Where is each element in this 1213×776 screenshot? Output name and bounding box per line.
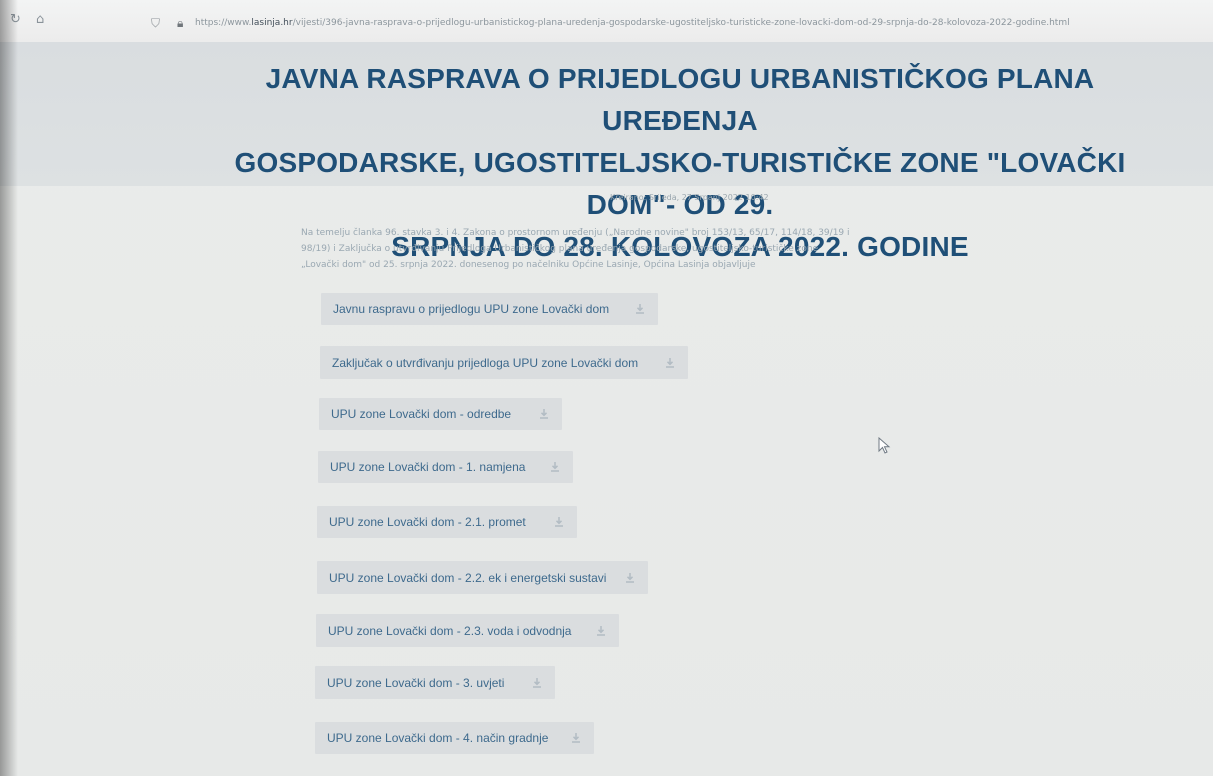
intro-line-1: Na temelju članka 96. stavka 3. i 4. Zak…: [301, 228, 850, 238]
download-icon: [533, 677, 541, 688]
download-button-zakljucak[interactable]: Zaključak o utvrđivanju prijedloga UPU z…: [320, 346, 688, 379]
download-icon: [551, 462, 559, 472]
lock-icon[interactable]: 🔒︎: [177, 17, 187, 29]
download-button-label: Zaključak o utvrđivanju prijedloga UPU z…: [332, 355, 639, 370]
shield-icon[interactable]: ⛉: [151, 17, 161, 29]
download-button-label: UPU zone Lovački dom - 2.3. voda i odvod…: [328, 623, 572, 638]
intro-line-3: „Lovački dom" od 25. srpnja 2022. donese…: [301, 260, 756, 270]
download-button-javna-rasprava[interactable]: Javnu raspravu o prijedlogu UPU zone Lov…: [321, 293, 658, 325]
browser-toolbar: ↻ ⌂ ⛉ 🔒︎ https://www.lasinja.hr/vijesti/…: [0, 0, 1213, 42]
download-button-namjena[interactable]: UPU zone Lovački dom - 1. namjena: [318, 451, 573, 483]
download-icon: [626, 572, 634, 583]
download-button-label: UPU zone Lovački dom - 4. način gradnje: [327, 731, 549, 745]
home-icon[interactable]: ⌂: [36, 13, 50, 27]
url-prefix: https://www.: [195, 18, 252, 28]
article-title-line-1: JAVNA RASPRAVA O PRIJEDLOGU URBANISTIČKO…: [265, 63, 1095, 136]
download-icon: [597, 625, 605, 636]
download-button-uvjeti[interactable]: UPU zone Lovački dom - 3. uvjeti: [315, 666, 555, 699]
article-title-line-2: GOSPODARSKE, UGOSTITELJSKO-TURISTIČKE ZO…: [234, 147, 1126, 220]
article-intro: Na temelju članka 96. stavka 3. i 4. Zak…: [301, 225, 871, 273]
created-date: Kreirano: Srijeda, 27 Srpanj 2022 10:42: [610, 193, 769, 202]
download-button-energetski-sustavi[interactable]: UPU zone Lovački dom - 2.2. ek i energet…: [317, 561, 648, 594]
url-path: /vijesti/396-javna-rasprava-o-prijedlogu…: [292, 18, 1070, 28]
page: ↻ ⌂ ⛉ 🔒︎ https://www.lasinja.hr/vijesti/…: [0, 0, 1213, 776]
download-icon: [540, 409, 548, 419]
reload-icon[interactable]: ↻: [10, 13, 24, 27]
download-button-voda-odvodnja[interactable]: UPU zone Lovački dom - 2.3. voda i odvod…: [316, 614, 619, 647]
download-button-label: UPU zone Lovački dom - 3. uvjeti: [327, 675, 505, 690]
download-button-label: UPU zone Lovački dom - 2.1. promet: [329, 515, 526, 529]
download-icon: [555, 517, 563, 527]
intro-line-2: 98/19) i Zaključka o utvrđivanju Prijedl…: [301, 244, 819, 254]
address-bar[interactable]: https://www.lasinja.hr/vijesti/396-javna…: [195, 18, 1155, 28]
download-icon: [636, 304, 644, 314]
download-button-label: UPU zone Lovački dom - odredbe: [331, 407, 512, 421]
download-button-promet[interactable]: UPU zone Lovački dom - 2.1. promet: [317, 506, 577, 538]
download-icon: [666, 357, 674, 368]
url-domain: lasinja.hr: [251, 18, 293, 28]
download-button-label: UPU zone Lovački dom - 2.2. ek i energet…: [329, 570, 607, 585]
download-button-odredbe[interactable]: UPU zone Lovački dom - odredbe: [319, 398, 562, 430]
download-button-label: UPU zone Lovački dom - 1. namjena: [330, 460, 526, 474]
mouse-cursor-icon: [878, 437, 891, 454]
download-icon: [572, 733, 580, 743]
download-button-nacin-gradnje[interactable]: UPU zone Lovački dom - 4. način gradnje: [315, 722, 594, 754]
download-button-label: Javnu raspravu o prijedlogu UPU zone Lov…: [333, 302, 610, 316]
